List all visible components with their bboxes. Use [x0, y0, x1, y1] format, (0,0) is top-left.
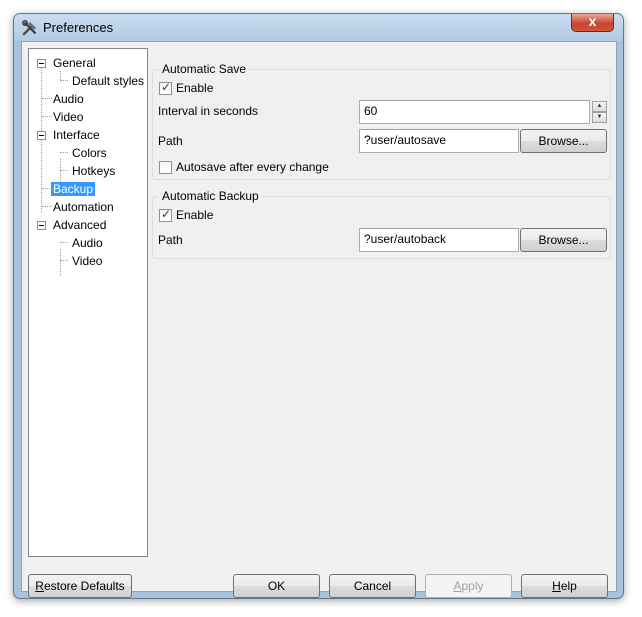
interval-input[interactable]: 60 — [359, 100, 590, 124]
tree-item-label: Audio — [53, 92, 84, 106]
tree-item-automation[interactable]: Automation — [53, 199, 114, 216]
dialog-body: General Default styles Audio Video Inter… — [21, 41, 617, 598]
autobackup-enable-checkbox[interactable] — [159, 207, 172, 222]
tree-item-general[interactable]: General — [53, 55, 96, 72]
autosave-path-label: Path — [158, 134, 183, 148]
tree-item-label: Interface — [53, 128, 100, 142]
tree-item-label: Default styles — [72, 74, 145, 88]
close-button[interactable]: x — [571, 13, 614, 32]
advanced-expander-icon[interactable] — [37, 221, 46, 230]
tree-item-colors[interactable]: Colors — [72, 145, 107, 162]
close-icon: x — [588, 13, 597, 29]
apply-button[interactable]: Apply — [425, 574, 512, 598]
autosave-enable-label[interactable]: Enable — [176, 81, 213, 96]
automatic-backup-title: Automatic Backup — [159, 189, 262, 203]
tree-item-label: Backup — [51, 182, 96, 196]
tree-item-label: Video — [72, 254, 103, 268]
autobackup-enable-label[interactable]: Enable — [176, 208, 213, 223]
help-button[interactable]: Help — [521, 574, 608, 598]
interface-expander-icon[interactable] — [37, 131, 46, 140]
tree-item-video[interactable]: Video — [53, 109, 83, 126]
category-tree[interactable]: General Default styles Audio Video Inter… — [28, 48, 148, 557]
cancel-button[interactable]: Cancel — [329, 574, 416, 598]
autosave-browse-button[interactable]: Browse... — [520, 129, 607, 153]
ok-button[interactable]: OK — [233, 574, 320, 598]
autosave-every-change-label[interactable]: Autosave after every change — [176, 160, 329, 175]
tree-item-hotkeys[interactable]: Hotkeys — [72, 163, 115, 180]
tree-item-label: Hotkeys — [72, 164, 116, 178]
interval-down-button[interactable]: ▼ — [592, 112, 607, 123]
autosave-every-change-checkbox[interactable] — [159, 161, 172, 174]
autosave-path-input[interactable]: ?user/autosave — [359, 129, 519, 153]
tree-item-advanced-video[interactable]: Video — [72, 253, 102, 270]
tools-icon — [22, 20, 36, 36]
tree-item-label: Automation — [53, 200, 114, 214]
preferences-window: Preferences x General Default styles Aud… — [13, 13, 624, 599]
interval-label: Interval in seconds — [158, 104, 259, 118]
tree-item-advanced[interactable]: Advanced — [53, 217, 106, 234]
tree-item-label: Colors — [72, 146, 107, 160]
tree-item-label: Audio — [72, 236, 103, 250]
window-title: Preferences — [43, 20, 114, 35]
autobackup-browse-button[interactable]: Browse... — [520, 228, 607, 252]
tree-item-label: Video — [53, 110, 84, 124]
automatic-save-title: Automatic Save — [159, 62, 250, 76]
autobackup-path-input[interactable]: ?user/autoback — [359, 228, 519, 252]
tree-item-default-styles[interactable]: Default styles — [72, 73, 144, 90]
autosave-enable-checkbox[interactable] — [159, 80, 172, 95]
general-expander-icon[interactable] — [37, 59, 46, 68]
tree-item-audio[interactable]: Audio — [53, 91, 84, 108]
tree-item-label: Advanced — [53, 218, 107, 232]
title-bar[interactable]: Preferences x — [14, 13, 623, 41]
interval-up-button[interactable]: ▲ — [592, 101, 607, 112]
restore-defaults-button[interactable]: Restore Defaults — [28, 574, 132, 598]
tree-item-label: General — [53, 56, 96, 70]
tree-item-backup[interactable]: Backup — [51, 181, 96, 198]
tree-item-interface[interactable]: Interface — [53, 127, 100, 144]
tree-item-advanced-audio[interactable]: Audio — [72, 235, 103, 252]
autobackup-path-label: Path — [158, 233, 183, 247]
